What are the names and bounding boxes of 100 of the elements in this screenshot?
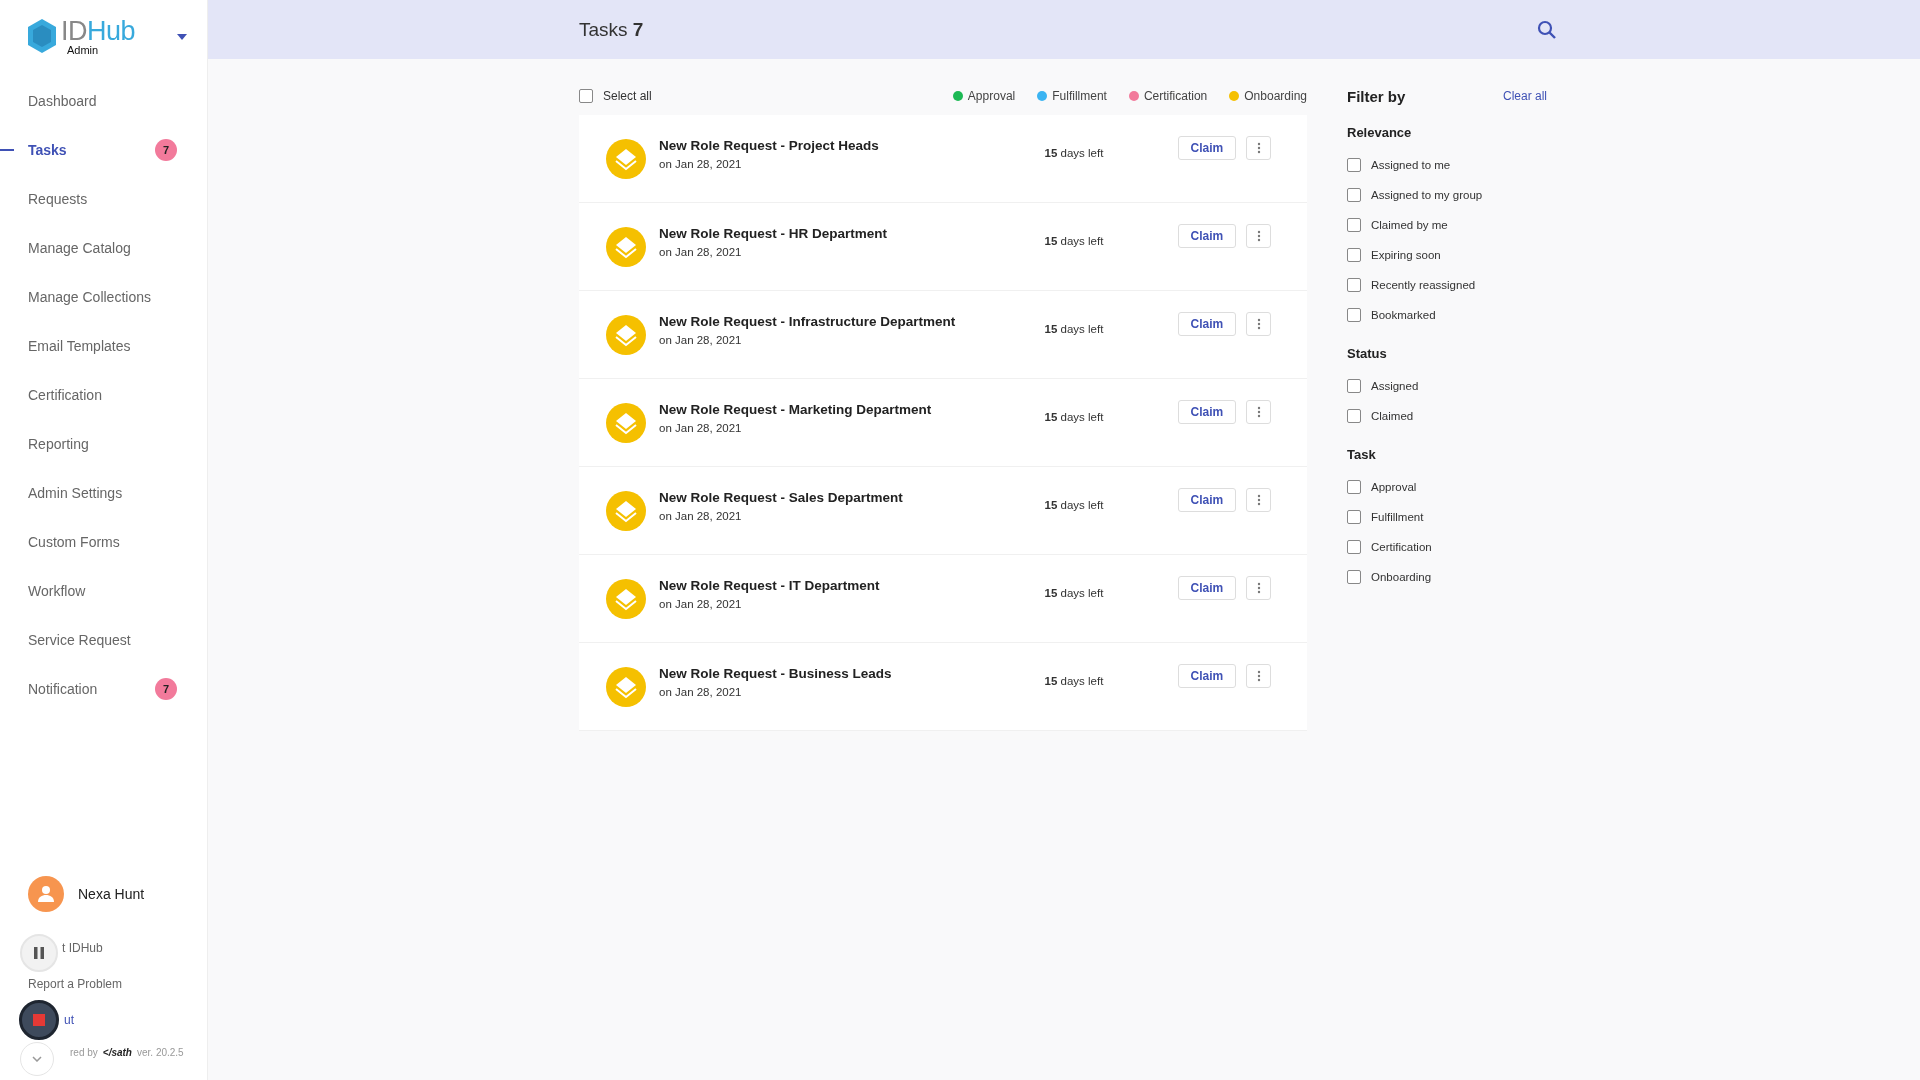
filter-checkbox[interactable] [1347,570,1361,584]
filter-option-label: Assigned to me [1371,159,1451,171]
task-date: on Jan 28, 2021 [659,685,743,698]
layers-icon [606,226,646,267]
search-icon[interactable] [1537,19,1557,40]
filter-group-title: Task [1347,447,1377,462]
sidebar-item[interactable]: Manage Catalog [0,223,207,272]
task-date: on Jan 28, 2021 [659,245,743,258]
filter-group-title: Status [1347,346,1388,361]
sidebar-item[interactable]: Admin Settings [0,468,207,517]
task-title[interactable]: New Role Request - Project Heads [659,137,1030,153]
layers-icon [606,666,646,707]
chevron-down-icon [32,1056,42,1062]
sidebar-item[interactable]: Custom Forms [0,517,207,566]
footer-link[interactable]: t IDHub [62,940,103,956]
brand-subtitle: Admin [67,45,100,56]
filter-option-label: Recently reassigned [1371,279,1476,291]
filter-option-label: Onboarding [1371,571,1432,583]
filter-checkbox[interactable] [1347,409,1361,423]
task-date: on Jan 28, 2021 [659,509,743,522]
layers-icon [606,490,646,531]
sidebar-item[interactable]: Dashboard [0,76,207,125]
claim-button[interactable]: Claim [1177,575,1237,600]
sidebar-item[interactable]: Tasks 7 [0,125,207,174]
task-title[interactable]: New Role Request - Marketing Department [659,401,1030,417]
filter-checkbox[interactable] [1347,308,1361,322]
filter-checkbox[interactable] [1347,158,1361,172]
caret-icon[interactable] [177,34,188,40]
filter-option-label: Claimed by me [1371,219,1448,231]
filter-option-label: Assigned [1371,380,1419,392]
sidebar-item[interactable]: Service Request [0,615,207,664]
task-date: on Jan 28, 2021 [659,333,743,346]
sidebar-item[interactable]: Certification [0,370,207,419]
filter-option-label: Assigned to my group [1371,189,1483,201]
pause-button[interactable] [20,934,58,972]
task-date: on Jan 28, 2021 [659,597,743,610]
filter-checkbox[interactable] [1347,540,1361,554]
task-title[interactable]: New Role Request - HR Department [659,225,1030,241]
claim-button[interactable]: Claim [1177,399,1237,424]
filter-group-title: Relevance [1347,125,1413,140]
layers-icon [606,578,646,619]
claim-button[interactable]: Claim [1177,135,1237,160]
sidebar-item[interactable]: Requests [0,174,207,223]
legend-label: Fulfillment [1052,89,1107,103]
task-date: on Jan 28, 2021 [659,421,743,434]
filter-checkbox[interactable] [1347,188,1361,202]
avatar-icon [28,876,64,912]
layers-icon [606,314,646,355]
due-text: 15 days left [1044,146,1105,159]
pause-icon [33,946,45,960]
sidebar-item[interactable]: Email Templates [0,321,207,370]
count-badge: 7 [155,138,177,161]
company-logo: </sath [102,1046,132,1058]
filter-checkbox[interactable] [1347,510,1361,524]
filter-checkbox[interactable] [1347,278,1361,292]
task-title[interactable]: New Role Request - Infrastructure Department [659,313,1030,329]
stop-button[interactable] [19,1000,59,1040]
count-badge: 7 [155,677,177,700]
brand-name: IDHub [61,18,136,45]
sidebar-item[interactable]: Reporting [0,419,207,468]
filter-title: Filter by [1347,87,1406,105]
sidebar-item[interactable]: Workflow [0,566,207,615]
filter-checkbox[interactable] [1347,480,1361,494]
task-title[interactable]: New Role Request - IT Department [659,577,1030,593]
legend-label: Onboarding [1244,89,1307,103]
due-text: 15 days left [1044,410,1105,423]
select-all-label: Select all [603,89,652,103]
filter-checkbox[interactable] [1347,248,1361,262]
legend-label: Certification [1143,89,1208,103]
due-text: 15 days left [1044,234,1105,247]
sidebar-item[interactable]: Notification 7 [0,664,207,713]
filter-checkbox[interactable] [1347,218,1361,232]
due-text: 15 days left [1044,674,1105,687]
legend-label: Approval [967,89,1016,103]
filter-option-label: Certification [1371,541,1432,553]
footer-link[interactable]: Report a Problem [28,976,123,992]
task-date: on Jan 28, 2021 [659,157,743,170]
filter-option-label: Claimed [1371,410,1414,422]
claim-button[interactable]: Claim [1177,223,1237,248]
select-all-checkbox[interactable] [579,89,593,103]
powered-by-text: red by [70,1046,98,1058]
claim-button[interactable]: Claim [1177,311,1237,336]
due-text: 15 days left [1044,498,1105,511]
due-text: 15 days left [1044,586,1105,599]
clear-all-link[interactable]: Clear all [1503,89,1547,103]
due-text: 15 days left [1044,322,1105,335]
layers-icon [606,138,646,179]
layers-icon [606,402,646,443]
stop-icon [33,1014,45,1026]
task-title[interactable]: New Role Request - Sales Department [659,489,1030,505]
claim-button[interactable]: Claim [1177,487,1237,512]
version-text: ver. 20.2.5 [137,1046,184,1058]
sidebar-item[interactable]: Manage Collections [0,272,207,321]
filter-option-label: Approval [1371,481,1417,493]
task-title[interactable]: New Role Request - Business Leads [659,665,1030,681]
claim-button[interactable]: Claim [1177,663,1237,688]
filter-checkbox[interactable] [1347,379,1361,393]
filter-option-label: Fulfillment [1371,511,1424,523]
page-title: Tasks 7 [579,18,645,41]
footer-link[interactable]: ut [64,1012,74,1028]
